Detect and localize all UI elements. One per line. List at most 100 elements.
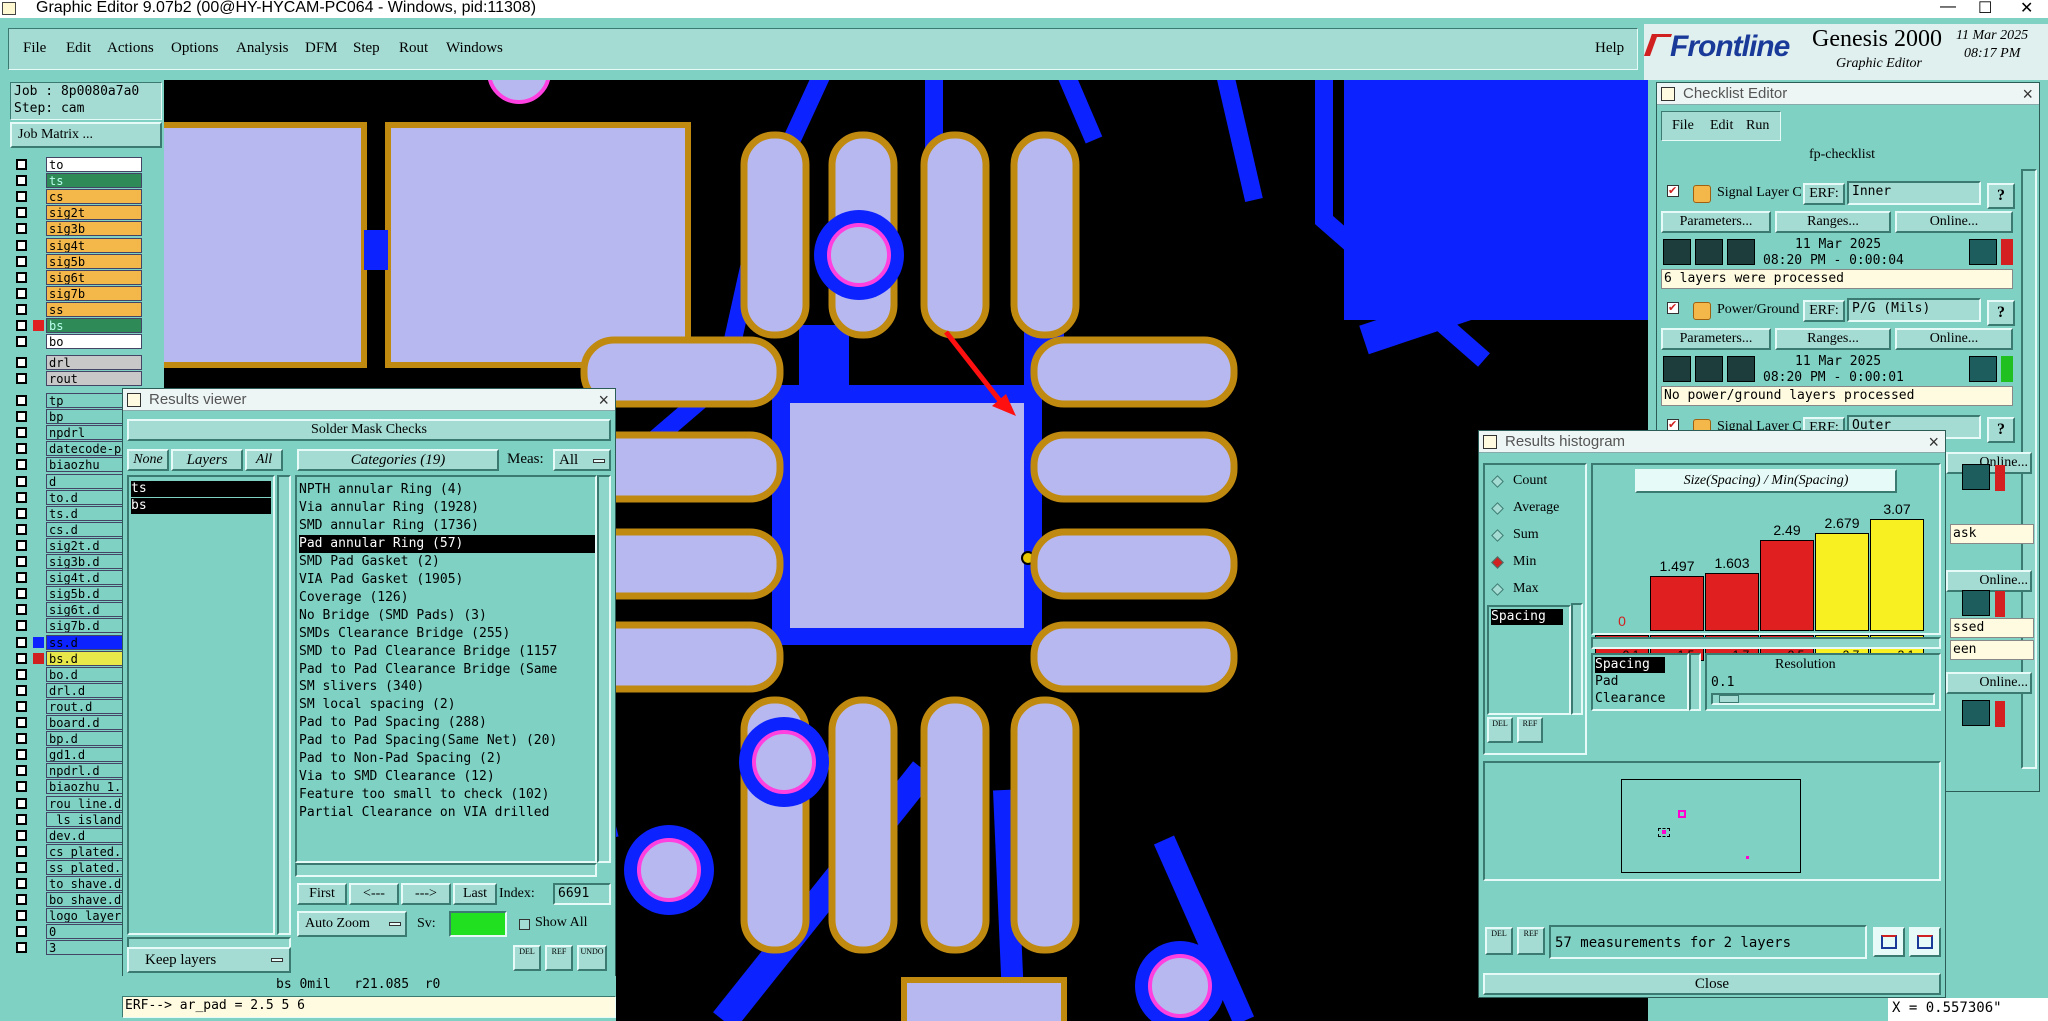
- category-item[interactable]: SMD annular Ring (1736): [299, 517, 595, 535]
- layer-row-bo_d[interactable]: bo.d: [12, 666, 142, 682]
- layer-checkbox[interactable]: [16, 159, 27, 170]
- prev-button[interactable]: <---: [349, 883, 399, 905]
- size-item-clearance[interactable]: Clearance: [1595, 691, 1665, 707]
- layer-checkbox[interactable]: [16, 175, 27, 187]
- layer-row-sig7b_d[interactable]: sig7b.d: [12, 618, 142, 634]
- layer-row-sig3b_d[interactable]: sig3b.d: [12, 554, 142, 569]
- layer-checkbox[interactable]: [16, 255, 27, 267]
- help-button[interactable]: ?: [1987, 417, 2015, 443]
- run-icon[interactable]: [1727, 356, 1755, 382]
- close-icon[interactable]: ×: [598, 389, 609, 411]
- category-item[interactable]: Partial Clearance on VIA drilled: [299, 804, 595, 822]
- layer-row-to_d[interactable]: to.d: [12, 489, 142, 505]
- category-item[interactable]: Pad annular Ring (57): [299, 534, 595, 554]
- checklist-item-checkbox[interactable]: ✔: [1667, 302, 1679, 314]
- layer-row-sig2t_d[interactable]: sig2t.d: [12, 537, 142, 553]
- layer-row-sig2t[interactable]: sig2t: [12, 205, 142, 221]
- menu-edit[interactable]: Edit: [66, 40, 91, 57]
- menu-dfm[interactable]: DFM: [305, 40, 338, 57]
- layer-checkbox[interactable]: [16, 239, 27, 251]
- run-icon[interactable]: [1695, 356, 1723, 382]
- undo-icon[interactable]: UNDO: [577, 945, 607, 971]
- layer-checkbox[interactable]: [16, 684, 27, 696]
- category-item[interactable]: SMD to Pad Clearance Bridge (1157: [299, 643, 595, 661]
- layer-row-npdrl_d[interactable]: npdrl.d: [12, 763, 142, 779]
- layer-row-cs_d[interactable]: cs.d: [12, 521, 142, 537]
- layer-row-biaozhu[interactable]: biaozhu: [12, 457, 142, 473]
- hist-mode-ref-icon[interactable]: REF: [1517, 717, 1543, 743]
- layer-row-0[interactable]: 0: [12, 924, 142, 940]
- layer-checkbox[interactable]: [16, 749, 27, 761]
- menu-rout[interactable]: Rout: [399, 40, 428, 57]
- layer-row-ss[interactable]: ss: [12, 301, 142, 317]
- layer-row-biaozhu_1_[interactable]: biaozhu_1.: [12, 779, 142, 795]
- layer-checkbox[interactable]: [16, 539, 27, 551]
- layer-checkbox[interactable]: [16, 926, 27, 938]
- mode-radio-sum[interactable]: Sum: [1491, 525, 1585, 547]
- layer-row-bs_d[interactable]: bs.d: [12, 650, 142, 666]
- layer-checkbox[interactable]: [16, 620, 27, 632]
- layer-checkbox[interactable]: [16, 733, 27, 745]
- layer-checkbox[interactable]: [16, 373, 27, 385]
- layers-button[interactable]: Layers: [171, 449, 243, 471]
- online-button[interactable]: Online...: [1895, 328, 2013, 350]
- menu-analysis[interactable]: Analysis: [236, 40, 289, 57]
- rv-layer-item-ts[interactable]: ts: [131, 481, 271, 497]
- menu-windows[interactable]: Windows: [446, 40, 503, 57]
- mode-radio-max[interactable]: Max: [1491, 579, 1585, 601]
- category-item[interactable]: SMDs Clearance Bridge (255): [299, 625, 595, 643]
- help-button[interactable]: ?: [1987, 183, 2015, 209]
- layer-checkbox[interactable]: [16, 894, 27, 906]
- layer-row-sig7b[interactable]: sig7b: [12, 285, 142, 301]
- layer-checkbox[interactable]: [16, 878, 27, 889]
- layer-checkbox[interactable]: [16, 336, 27, 348]
- layer-row-sig5b_d[interactable]: sig5b.d: [12, 586, 142, 602]
- category-item[interactable]: Pad to Pad Spacing (288): [299, 714, 595, 732]
- menu-step[interactable]: Step: [353, 40, 380, 57]
- run-icon[interactable]: [1663, 356, 1691, 382]
- layer-row-sig5b[interactable]: sig5b: [12, 253, 142, 269]
- layer-checkbox[interactable]: [16, 652, 27, 664]
- layer-row-dev_d[interactable]: dev.d: [12, 827, 142, 843]
- layer-row-drl_d[interactable]: drl.d: [12, 682, 142, 698]
- category-item[interactable]: VIA Pad Gasket (1905): [299, 571, 595, 589]
- layer-row-d[interactable]: d: [12, 473, 142, 489]
- checklist-item-checkbox[interactable]: ✔: [1667, 185, 1679, 197]
- layer-row-ss_plated_[interactable]: ss_plated.: [12, 859, 142, 875]
- layer-row-datecode_p[interactable]: datecode-p: [12, 441, 142, 457]
- ranges-button[interactable]: Ranges...: [1775, 211, 1891, 233]
- show-all-checkbox[interactable]: [519, 919, 530, 930]
- histogram-bar[interactable]: [1815, 533, 1869, 631]
- erf-button[interactable]: ERF:: [1803, 183, 1845, 205]
- layer-row-bp[interactable]: bp: [12, 409, 142, 425]
- layer-row-to[interactable]: to: [12, 157, 142, 172]
- layer-checkbox[interactable]: [16, 572, 27, 584]
- layer-checkbox[interactable]: [16, 797, 27, 809]
- category-item[interactable]: SM local spacing (2): [299, 696, 595, 714]
- layer-row-bp_d[interactable]: bp.d: [12, 731, 142, 747]
- size-item-spacing[interactable]: Spacing: [1595, 657, 1665, 673]
- layer-checkbox[interactable]: [16, 523, 27, 535]
- category-item[interactable]: Via to SMD Clearance (12): [299, 768, 595, 786]
- layer-row-tp[interactable]: tp: [12, 393, 142, 408]
- layer-checkbox[interactable]: [16, 604, 27, 616]
- layer-row-sig6t_d[interactable]: sig6t.d: [12, 602, 142, 618]
- run-icon[interactable]: [1663, 239, 1691, 265]
- layer-checkbox[interactable]: [16, 287, 27, 299]
- auto-zoom-dropdown[interactable]: Auto Zoom: [297, 911, 407, 937]
- erf-value[interactable]: Inner: [1847, 181, 1981, 205]
- layer-checkbox[interactable]: [16, 861, 27, 873]
- layer-checkbox[interactable]: [16, 636, 27, 648]
- rv-layers-scrollbar[interactable]: [277, 475, 291, 935]
- layer-checkbox[interactable]: [16, 668, 27, 680]
- hist-layer-listbox[interactable]: Spacing: [1487, 605, 1571, 715]
- layer-checkbox[interactable]: [16, 491, 27, 503]
- all-button[interactable]: All: [245, 449, 283, 471]
- run-icon[interactable]: [1695, 239, 1723, 265]
- histogram-bar[interactable]: [1870, 519, 1924, 631]
- layer-checkbox[interactable]: [16, 700, 27, 712]
- hist-chart-icon-2[interactable]: [1909, 927, 1941, 957]
- del-icon[interactable]: DEL: [513, 945, 541, 971]
- layer-checkbox[interactable]: [16, 556, 27, 567]
- minimize-button[interactable]: —: [1940, 0, 1956, 16]
